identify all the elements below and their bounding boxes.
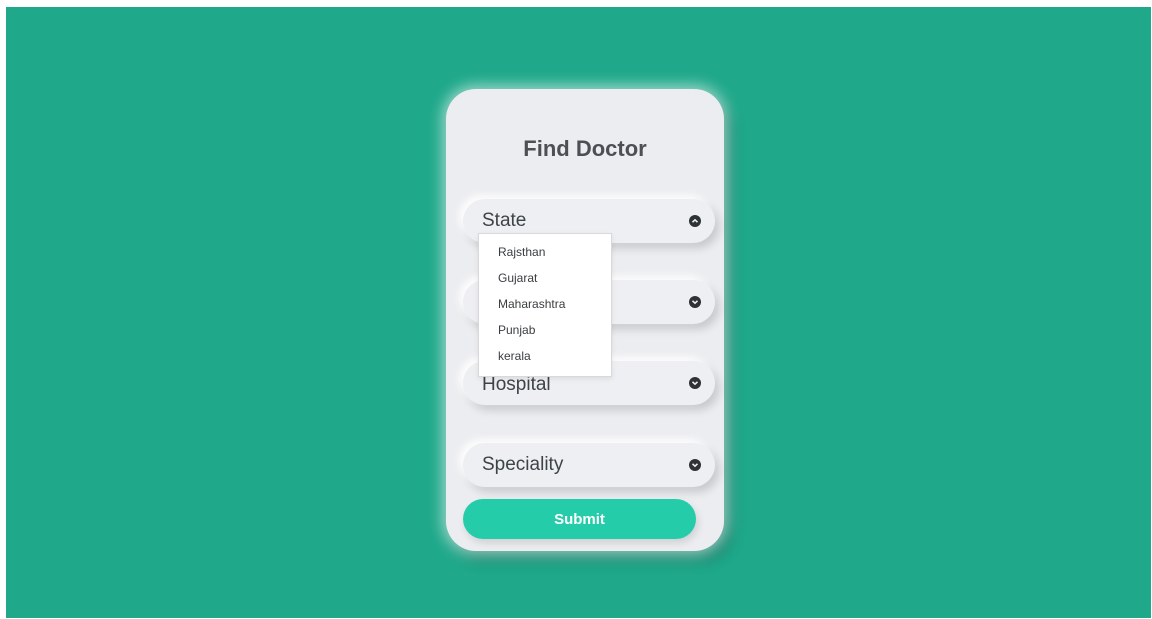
speciality-select-label: Speciality (482, 454, 564, 475)
hospital-select-label: Hospital (482, 374, 551, 395)
state-select-label: State (482, 210, 527, 231)
state-option-punjab[interactable]: Punjab (498, 323, 535, 337)
chevron-up-icon (689, 215, 701, 227)
state-option-rajsthan[interactable]: Rajsthan (498, 245, 545, 259)
chevron-down-icon (689, 377, 701, 389)
state-option-gujarat[interactable]: Gujarat (498, 271, 537, 285)
state-option-maharashtra[interactable]: Maharashtra (498, 297, 565, 311)
speciality-select[interactable]: Speciality (463, 443, 715, 487)
page-title: Find Doctor (523, 136, 647, 161)
submit-button[interactable]: Submit (463, 499, 696, 539)
state-option-kerala[interactable]: kerala (498, 349, 531, 363)
chevron-down-icon (689, 296, 701, 308)
chevron-down-icon (689, 459, 701, 471)
state-dropdown-list: Rajsthan Gujarat Maharashtra Punjab kera… (478, 233, 612, 377)
